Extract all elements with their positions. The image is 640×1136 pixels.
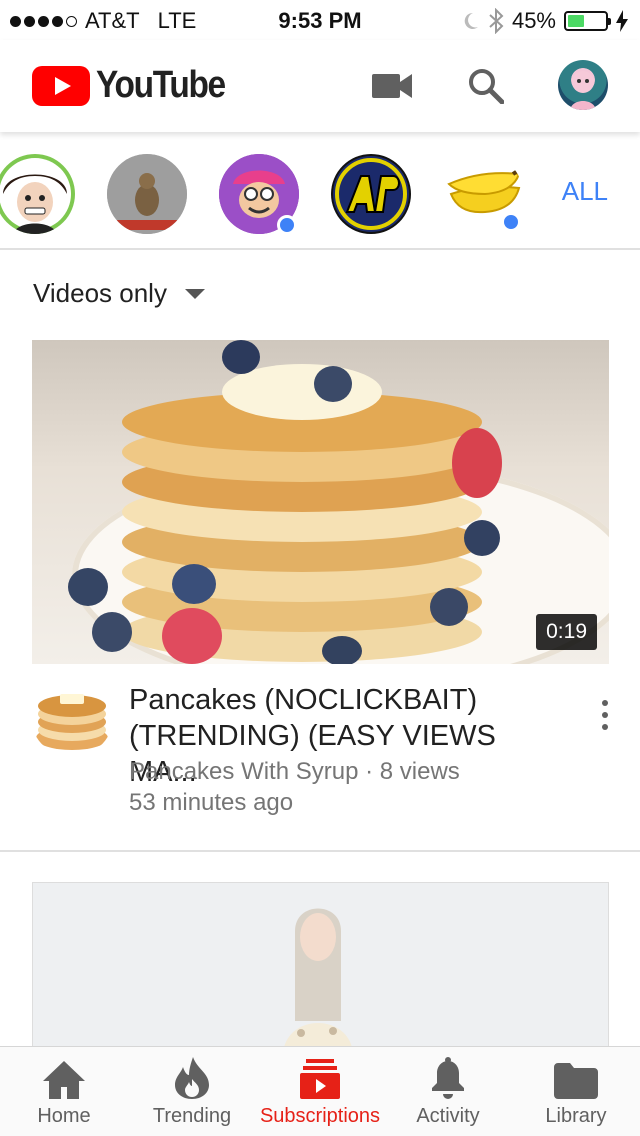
video-camera-icon[interactable] [368,62,416,110]
blueberry [314,366,352,402]
nav-subscriptions[interactable]: Subscriptions [256,1047,384,1136]
channel-avatar-4[interactable] [331,154,411,234]
video-duration: 0:19 [536,614,597,650]
home-icon [43,1061,85,1099]
nav-label: Library [545,1105,607,1127]
video-channel-name[interactable]: Pancakes With Syrup [129,758,358,785]
video-subtitle: Pancakes With Syrup · 8 views 53 minutes… [129,756,460,818]
video-age: 53 minutes ago [129,789,294,816]
status-bar: AT&T LTE 9:53 PM 45% [0,0,640,40]
youtube-logo[interactable]: YouTube [32,64,242,107]
account-avatar[interactable] [558,60,608,110]
app-header: YouTube [0,40,640,132]
video-meta: Pancakes (NOCLICKBAIT) (TRENDING) (EASY … [32,682,612,822]
nav-label: Activity [416,1105,480,1127]
search-icon[interactable] [462,62,510,110]
bottom-navigation: Home Trending Subscriptions Activity Lib… [0,1046,640,1136]
nav-library[interactable]: Library [512,1047,640,1136]
person-graphic [283,908,353,1051]
nav-label: Home [37,1105,91,1127]
blueberry [222,340,260,374]
nav-trending[interactable]: Trending [128,1047,256,1136]
bluetooth-icon [489,8,504,34]
divider [0,850,640,852]
raspberry [452,428,502,498]
folder-icon [554,1063,598,1099]
moon-icon [464,12,478,29]
videos-only-filter[interactable]: Videos only [33,278,205,309]
all-channels-button[interactable]: ALL [562,176,608,207]
separator: · [365,758,380,785]
blueberry [430,588,468,626]
video-thumbnail[interactable]: 0:19 [32,340,609,664]
blueberry [322,636,362,664]
nav-label: Trending [152,1105,232,1127]
battery-fill [568,15,585,27]
blueberry [68,568,108,606]
blueberry [92,612,132,652]
status-right: 45% [460,8,628,34]
battery-icon [564,11,611,31]
raspberry [162,608,222,664]
youtube-play-icon [32,65,90,106]
channel-avatar-2[interactable] [107,154,187,234]
battery-percent: 45% [511,8,556,33]
flame-icon [175,1057,209,1099]
video-thumbnail-2[interactable] [32,882,609,1052]
video-views: 8 views [379,758,460,785]
bell-icon [432,1057,464,1099]
dropdown-caret-icon [184,288,205,299]
channel-avatar-1[interactable] [0,154,75,234]
blueberry [172,564,216,604]
nav-activity[interactable]: Activity [384,1047,512,1136]
subscriptions-icon [300,1059,340,1099]
logo-text: YouTube [96,64,226,106]
more-options-icon[interactable] [598,700,612,730]
blueberry [464,520,500,556]
channel-avatar[interactable] [32,686,112,756]
new-content-dot [277,215,297,235]
filter-label: Videos only [33,278,167,308]
subscription-channels-strip: ALL [0,132,640,250]
charging-bolt-icon [616,10,628,32]
nav-label: Subscriptions [259,1105,381,1127]
new-content-dot [501,212,521,232]
nav-home[interactable]: Home [0,1047,128,1136]
